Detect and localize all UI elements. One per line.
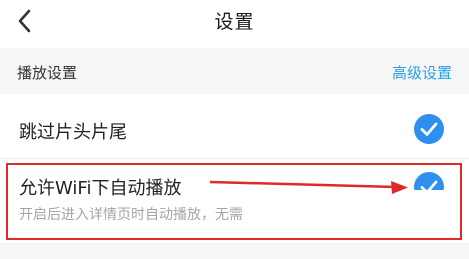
page-title: 设置 [214, 11, 255, 33]
advanced-settings-link[interactable]: 高级设置 [392, 62, 452, 83]
settings-page: 设置 播放设置 高级设置 跳过片头片尾 允许WiFi下自动播放 开启后进入详情页… [0, 0, 469, 259]
setting-row-skip-intro-outro[interactable]: 跳过片头片尾 [0, 98, 469, 159]
section-label: 播放设置 [17, 64, 78, 82]
top-bar: 设置 [0, 0, 469, 44]
bottom-strip [0, 243, 469, 259]
annotation-highlight-box [6, 163, 462, 240]
checkmark-icon [420, 122, 438, 136]
section-header: 播放设置 高级设置 [0, 48, 469, 94]
setting-label: 跳过片头片尾 [19, 122, 127, 143]
checkbox-skip-intro-outro[interactable] [414, 114, 444, 144]
